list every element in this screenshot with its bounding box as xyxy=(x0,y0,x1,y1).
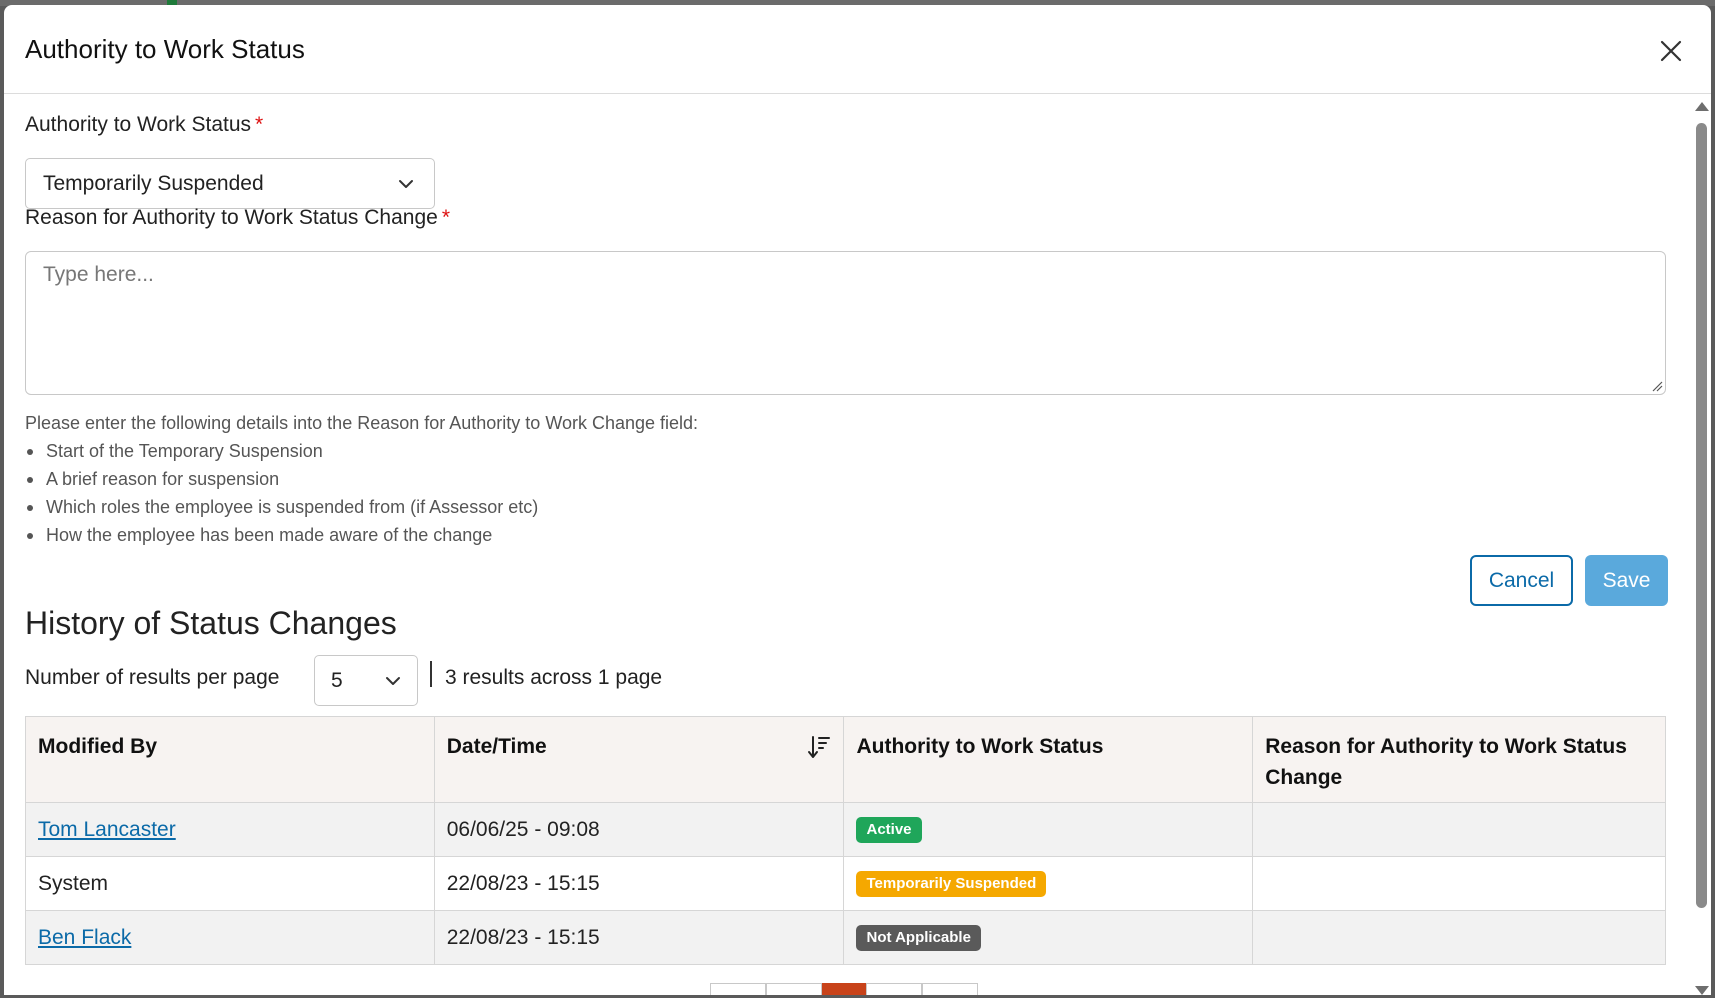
help-item: Which roles the employee is suspended fr… xyxy=(25,493,698,521)
cell-datetime: 22/08/23 - 15:15 xyxy=(433,856,845,911)
help-text: Please enter the following details into … xyxy=(25,409,698,549)
column-header-status: Authority to Work Status xyxy=(843,716,1254,803)
pagination-next[interactable] xyxy=(866,983,922,995)
table-row: Tom Lancaster 06/06/25 - 09:08 Active xyxy=(25,802,1666,857)
cell-datetime: 22/08/23 - 15:15 xyxy=(433,910,845,965)
user-link[interactable]: Ben Flack xyxy=(38,926,131,949)
history-title: History of Status Changes xyxy=(25,605,397,641)
per-page-select[interactable]: 5 xyxy=(314,655,418,706)
pagination xyxy=(25,983,1666,995)
close-icon xyxy=(1660,40,1682,62)
column-header-datetime[interactable]: Date/Time xyxy=(433,716,845,803)
column-header-text: Authority to Work Status xyxy=(856,735,1104,758)
status-badge: Temporarily Suspended xyxy=(856,871,1047,897)
column-header-reason: Reason for Authority to Work Status Chan… xyxy=(1252,716,1666,803)
status-badge: Active xyxy=(856,817,922,843)
chevron-down-icon xyxy=(386,677,400,685)
modal-header: Authority to Work Status xyxy=(4,5,1711,94)
cancel-button[interactable]: Cancel xyxy=(1470,555,1573,606)
status-select[interactable]: Temporarily Suspended xyxy=(25,158,435,209)
help-item: A brief reason for suspension xyxy=(25,465,698,493)
modal-scrollbar[interactable] xyxy=(1691,95,1711,995)
cell-status: Active xyxy=(843,802,1254,857)
chevron-down-icon xyxy=(399,180,413,188)
required-marker: * xyxy=(441,206,451,229)
resize-grip-icon[interactable] xyxy=(1652,381,1663,392)
modal-title: Authority to Work Status xyxy=(25,34,305,64)
pagination-first[interactable] xyxy=(710,983,766,995)
cell-reason xyxy=(1252,856,1666,911)
history-table: Modified By Date/Time Authority to Work … xyxy=(25,716,1666,965)
cell-reason xyxy=(1252,910,1666,965)
per-page-value: 5 xyxy=(331,669,343,692)
cell-modified-by: System xyxy=(25,856,435,911)
sort-descending-icon[interactable] xyxy=(807,734,831,760)
user-link[interactable]: Tom Lancaster xyxy=(38,818,176,841)
close-button[interactable] xyxy=(1655,35,1687,67)
scroll-up-arrow-icon[interactable] xyxy=(1695,102,1709,111)
status-badge: Not Applicable xyxy=(856,925,981,951)
reason-textarea[interactable] xyxy=(25,251,1666,395)
pagination-current-page[interactable] xyxy=(822,983,866,995)
cell-status: Not Applicable xyxy=(843,910,1254,965)
results-divider xyxy=(430,661,432,687)
column-header-text: Modified By xyxy=(38,735,157,758)
help-intro: Please enter the following details into … xyxy=(25,413,699,433)
help-item: How the employee has been made aware of … xyxy=(25,521,698,549)
scroll-thumb[interactable] xyxy=(1696,123,1707,908)
status-field-label: Authority to Work Status * xyxy=(25,113,263,137)
column-header-text: Date/Time xyxy=(446,735,547,758)
cell-reason xyxy=(1252,802,1666,857)
table-row: System 22/08/23 - 15:15 Temporarily Susp… xyxy=(25,856,1666,911)
required-marker: * xyxy=(255,113,264,136)
cell-datetime: 06/06/25 - 09:08 xyxy=(433,802,845,857)
status-select-value: Temporarily Suspended xyxy=(43,172,264,195)
scroll-down-arrow-icon[interactable] xyxy=(1695,986,1709,995)
column-header-modified-by: Modified By xyxy=(25,716,435,803)
save-button[interactable]: Save xyxy=(1585,555,1668,606)
pagination-last[interactable] xyxy=(922,983,978,995)
reason-label-text: Reason for Authority to Work Status Chan… xyxy=(25,206,438,229)
help-item: Start of the Temporary Suspension xyxy=(25,437,698,465)
table-row: Ben Flack 22/08/23 - 15:15 Not Applicabl… xyxy=(25,910,1666,965)
status-label-text: Authority to Work Status xyxy=(25,113,252,136)
help-list: Start of the Temporary Suspension A brie… xyxy=(25,437,698,549)
results-summary: 3 results across 1 page xyxy=(445,666,663,689)
cell-status: Temporarily Suspended xyxy=(843,856,1254,911)
cell-modified-by: Ben Flack xyxy=(25,910,435,965)
per-page-label: Number of results per page xyxy=(25,666,280,689)
table-header-row: Modified By Date/Time Authority to Work … xyxy=(25,716,1666,803)
reason-field-label: Reason for Authority to Work Status Chan… xyxy=(25,206,450,230)
pagination-prev[interactable] xyxy=(766,983,822,995)
column-header-text: Reason for Authority to Work Status Chan… xyxy=(1265,735,1627,789)
authority-status-modal: Authority to Work Status Authority to Wo… xyxy=(4,5,1711,995)
cell-modified-by: Tom Lancaster xyxy=(25,802,435,857)
modal-body: Authority to Work Status * Temporarily Su… xyxy=(4,95,1711,995)
